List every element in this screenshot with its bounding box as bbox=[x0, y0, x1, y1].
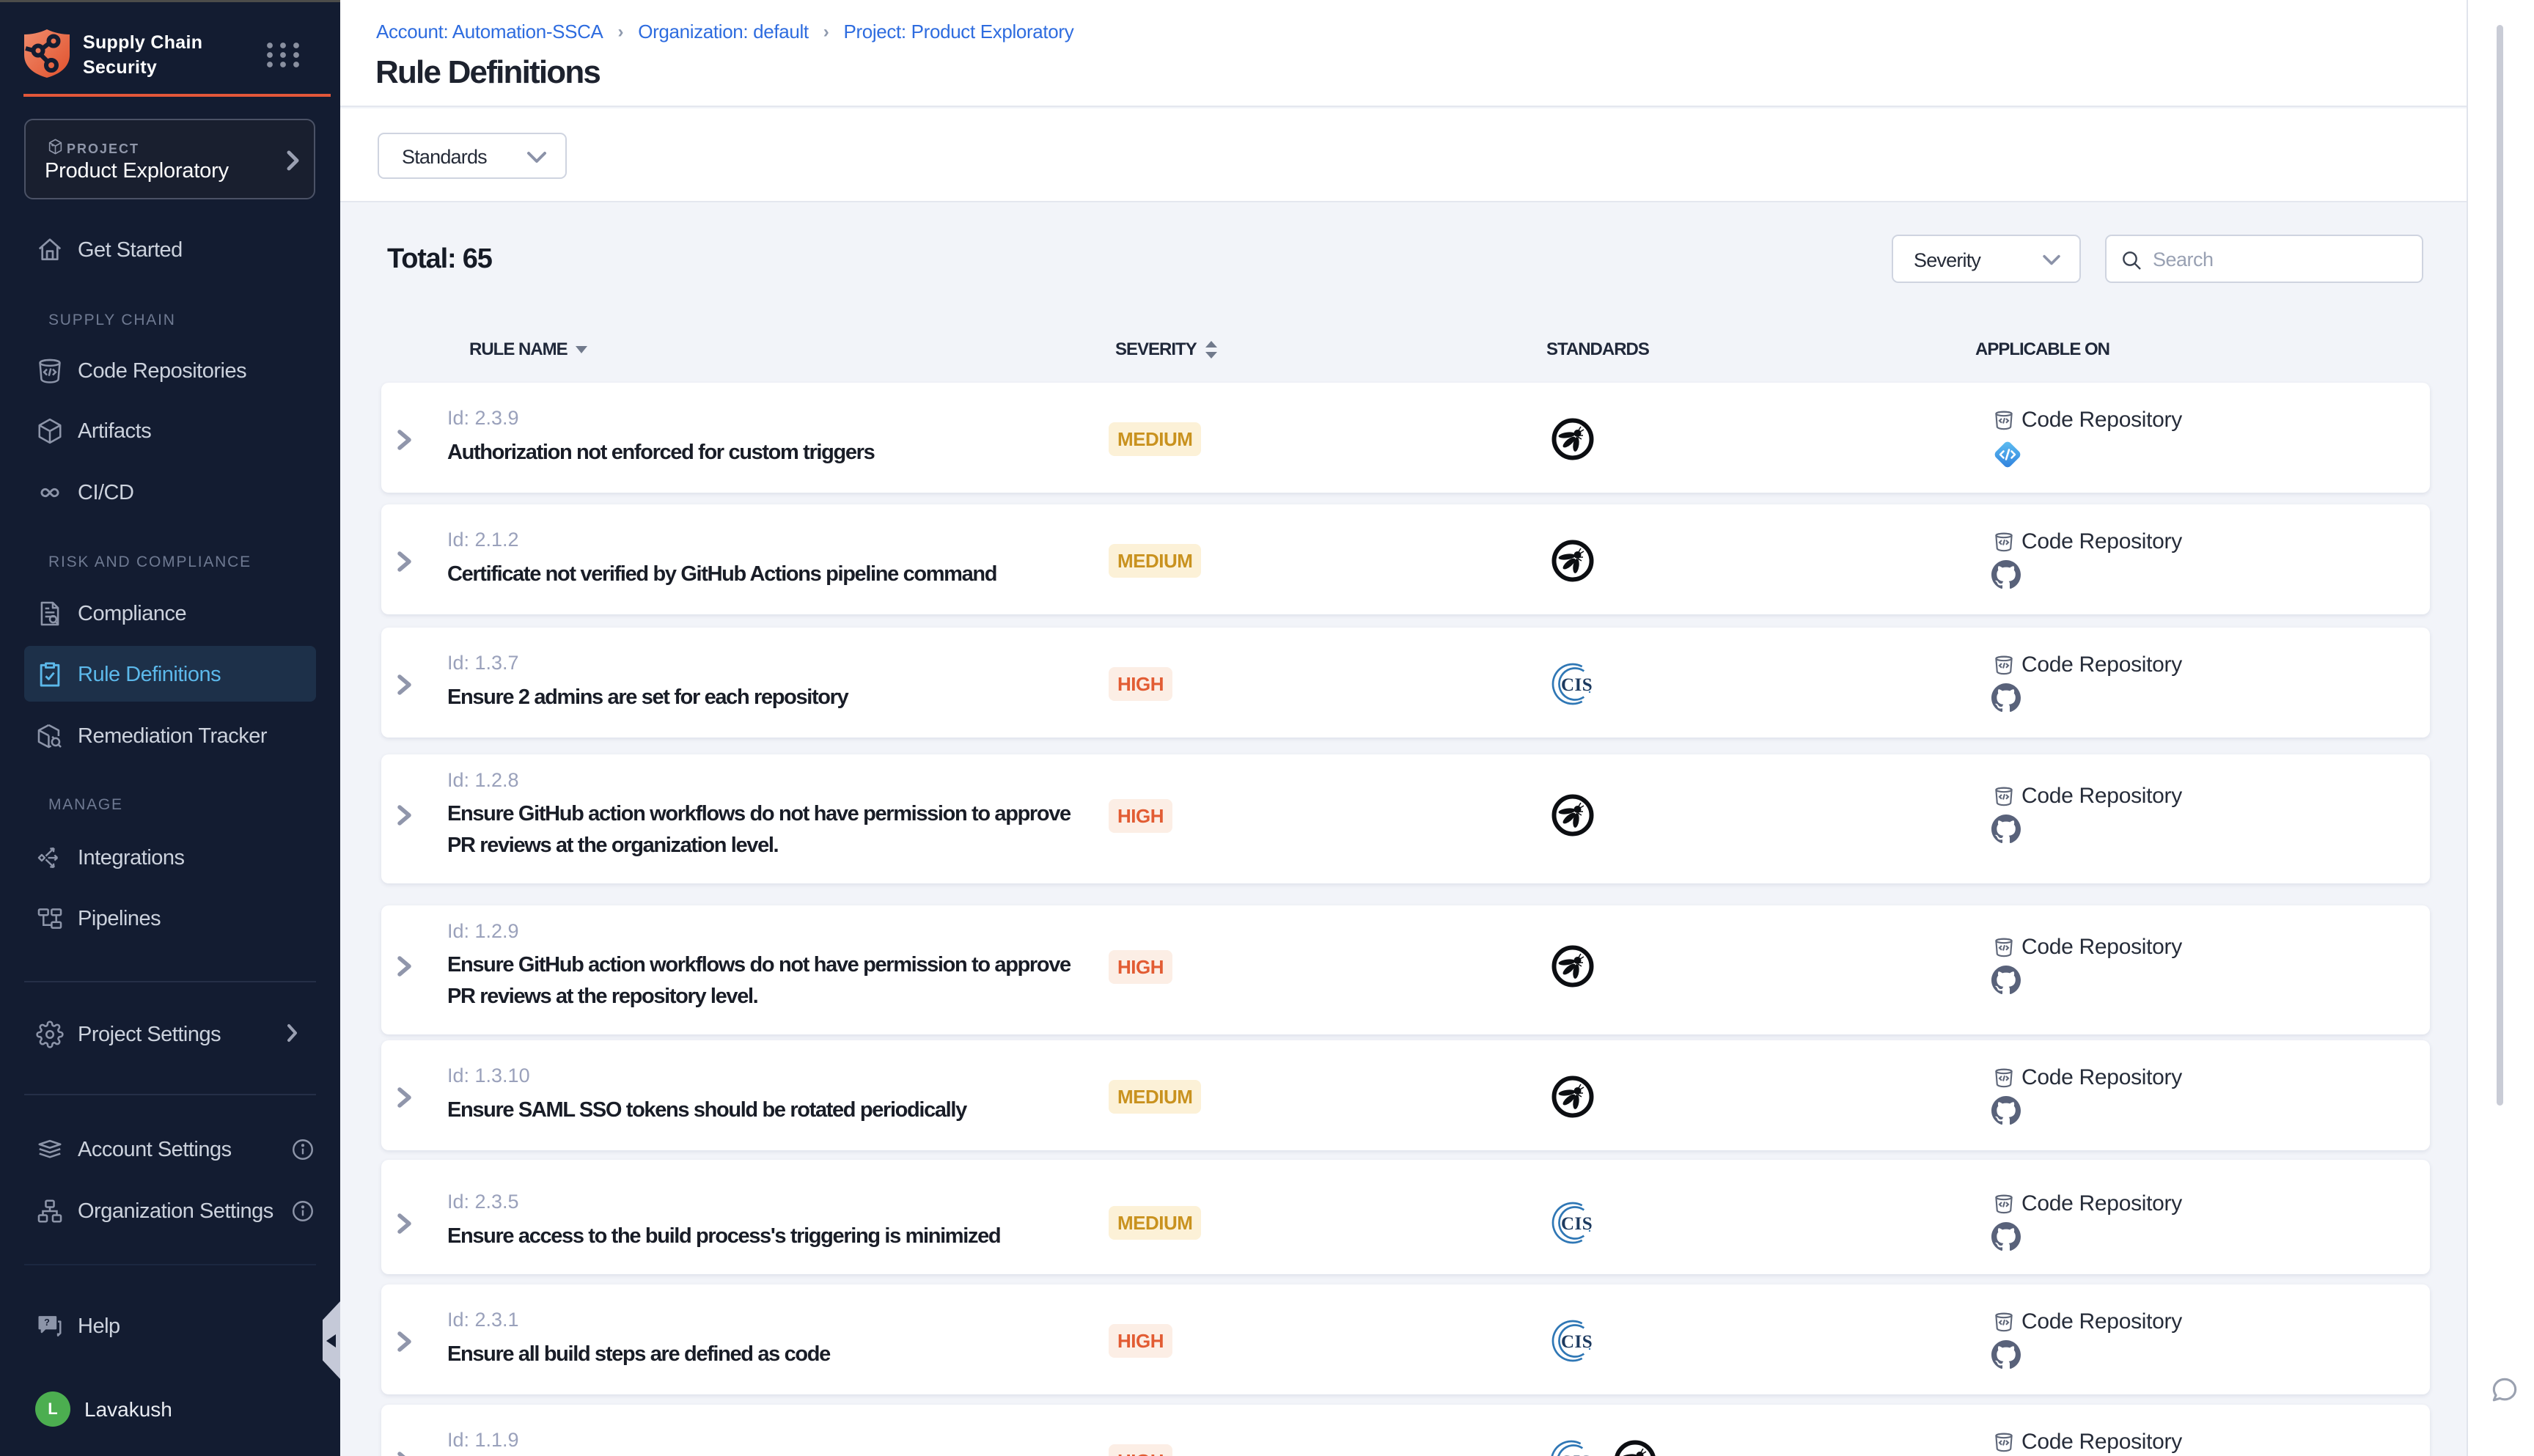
svg-text:CIS: CIS bbox=[1561, 1214, 1593, 1234]
svg-text:CIS: CIS bbox=[1561, 675, 1593, 695]
svg-text:CIS: CIS bbox=[1560, 1452, 1591, 1456]
svg-text:?: ? bbox=[44, 1317, 49, 1328]
svg-text:CIS: CIS bbox=[1561, 1332, 1593, 1352]
